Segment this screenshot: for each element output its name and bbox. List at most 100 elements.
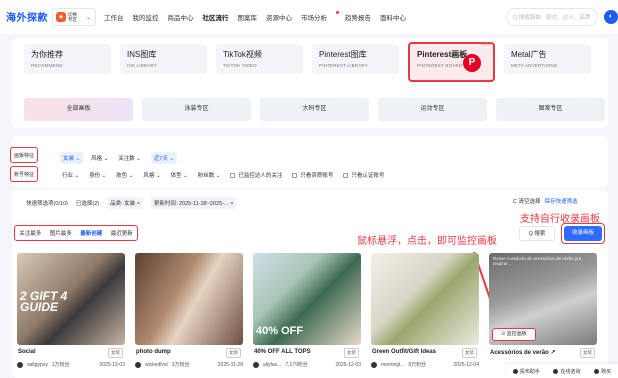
menu-pattern-library[interactable]: 图案库 <box>238 12 258 22</box>
category-meta[interactable]: Metal广告 META ADVERTISING <box>504 44 591 74</box>
filter-skin[interactable]: 肤色 ⌄ <box>116 171 133 179</box>
purchase-button[interactable]: 购买 <box>594 368 611 375</box>
zone-pattern[interactable]: 图案专区 <box>496 98 605 121</box>
avatar <box>135 361 141 368</box>
sort-most-followed[interactable]: 关注最多 <box>19 229 41 237</box>
menu-community[interactable]: 社区流行 <box>203 12 229 22</box>
floating-help-bar: 投布助手 在线咨询 购买 <box>506 364 618 378</box>
user-avatar[interactable]: ◐ <box>604 10 618 24</box>
monitor-board-button[interactable]: ⊙ 监控画板 <box>492 328 536 341</box>
board-search-button[interactable]: Q 搜索 <box>519 226 555 241</box>
board-user[interactable]: morningl... <box>381 362 404 368</box>
account-feature-label: 账号特征 <box>10 166 38 182</box>
filter-followers[interactable]: 关注数 ⌄ <box>118 154 141 162</box>
board-title: 40% OFF ALL TOPS <box>254 349 311 355</box>
board-cover: 2 GIFT 4 GUIDE <box>17 253 125 345</box>
online-consult-button[interactable]: 在线咨询 <box>553 368 580 375</box>
board-badge: 女装 <box>580 348 595 358</box>
category-title: TikTok视频 <box>223 50 262 59</box>
brand-logo[interactable]: 海外探款 <box>6 9 48 24</box>
category-tiktok[interactable]: TikTok视频 TIKTOK VIDEO <box>216 44 303 74</box>
cover-text: Rosse curadoria de acessórios de verão p… <box>493 256 582 266</box>
category-pinterest-library[interactable]: Pinterest图库 PINTEREST LIBRARY <box>312 44 399 74</box>
check-verified[interactable]: 只看认证账号 <box>343 171 384 179</box>
board-user[interactable]: allyfas... <box>263 362 281 368</box>
board-title: photo dump <box>136 349 171 355</box>
filter-fans[interactable]: 粉丝数 ⌄ <box>198 171 221 179</box>
board-badge: 女装 <box>226 348 241 358</box>
board-cover <box>135 253 243 345</box>
filter-identity[interactable]: 身份 ⌄ <box>89 171 106 179</box>
category-title: Metal广告 <box>511 50 547 59</box>
zone-icon: ◆ <box>56 12 66 22</box>
board-fans: 1万粉丝 <box>51 362 70 368</box>
tag-category[interactable]: 品类: 女装 × <box>107 197 143 209</box>
sort-newest[interactable]: 最新创建 <box>80 229 102 237</box>
global-search-input[interactable]: Q 搜索服装、款式、达人、品牌 <box>506 8 598 26</box>
filter-style2[interactable]: 风格 ⌄ <box>143 171 160 179</box>
zone-all-boards[interactable]: 全部画板 <box>24 98 133 121</box>
board-user[interactable]: saltgypsy <box>27 362 48 368</box>
menu-fabric-center[interactable]: 面料中心 <box>380 12 406 22</box>
menu-market-analysis-label: 市场分析 <box>301 15 327 22</box>
assistant-button[interactable]: 投布助手 <box>512 368 540 375</box>
zone-swimwear[interactable]: 泳装专区 <box>142 98 251 121</box>
filter-industry[interactable]: 行业 ⌄ <box>62 171 79 179</box>
save-quick-filter-button[interactable]: 保存快速筛选 <box>545 197 578 205</box>
zone-switch[interactable]: ◆ 切换 专区 ⌄ <box>52 8 96 26</box>
menu-trend-report[interactable]: 趋势报告 <box>345 12 371 22</box>
board-feature-label: 画板特征 <box>10 147 38 163</box>
quick-filter-line: 快速筛选项(0/10) 已选择(2) 品类: 女装 × 更新时间: 2025-1… <box>26 197 237 209</box>
quick-filter-label[interactable]: 快速筛选项(0/10) <box>26 199 68 207</box>
tag-update-time[interactable]: 更新时间: 2025-11-28~2025-... × <box>150 197 237 209</box>
category-ins[interactable]: INS图库 INS LIBRARY <box>120 44 207 74</box>
board-date: 2025-12-03 <box>99 361 125 368</box>
sort-most-images[interactable]: 图片最多 <box>50 229 72 237</box>
checkbox-icon <box>230 173 236 179</box>
purchase-label: 购买 <box>601 368 612 375</box>
category-pinterest-board[interactable]: new Pinterest画板 PINTEREST BOARD P <box>408 41 495 82</box>
board-card[interactable]: Rosse curadoria de acessórios de verão p… <box>489 253 597 373</box>
board-badge: 女装 <box>108 348 123 358</box>
cover-text: 40% OFF <box>256 325 304 337</box>
board-card[interactable]: 2 GIFT 4 GUIDE Social 女装 saltgypsy 1万粉丝 20… <box>17 253 125 373</box>
board-card[interactable]: Green Outfit/Gift Ideas 女装 morningl... 8万… <box>371 253 479 373</box>
cart-icon <box>594 368 600 374</box>
board-title: Acessórios de verão ↗ <box>490 350 556 356</box>
filter-body[interactable]: 体型 ⌄ <box>171 171 188 179</box>
menu-product-center[interactable]: 商品中心 <box>168 12 194 22</box>
category-sub: RECOMMEND <box>31 63 63 68</box>
board-card[interactable]: 40% OFF 40% OFF ALL TOPS 女装 allyfas... 7,… <box>253 253 361 373</box>
checkbox-icon <box>292 173 298 179</box>
board-cover <box>371 253 479 345</box>
clear-selection-button[interactable]: C 清空选择 <box>513 197 541 205</box>
pinterest-icon: P <box>463 54 481 72</box>
filter-7days[interactable]: 近7天 ⌄ <box>150 152 178 164</box>
zone-sport[interactable]: 运动专区 <box>378 98 487 121</box>
board-user[interactable]: wickedlvst <box>145 362 168 368</box>
collect-board-button[interactable]: 收录画板 <box>564 226 602 241</box>
board-date: 2025-12-03 <box>335 361 361 368</box>
filter-style[interactable]: 风格 ⌄ <box>91 154 108 162</box>
chevron-down-icon: ⌄ <box>85 14 91 21</box>
board-badge: 女装 <box>344 348 359 358</box>
menu-resource-center[interactable]: 资源中心 <box>266 12 292 22</box>
board-cover: 40% OFF <box>253 253 361 345</box>
assistant-label: 投布助手 <box>519 368 540 375</box>
zone-plus-size[interactable]: 大码专区 <box>260 98 369 121</box>
menu-workbench[interactable]: 工作台 <box>104 12 124 22</box>
filter-women[interactable]: 女装 ⌄ <box>60 152 84 164</box>
avatar <box>253 361 259 368</box>
category-recommend[interactable]: 为你推荐 RECOMMEND <box>24 44 111 74</box>
menu-my-monitor[interactable]: 我的监控 <box>133 12 159 22</box>
sort-tabs: 关注最多 图片最多 最新创建 最近更新 <box>14 225 138 241</box>
board-card[interactable]: photo dump 女装 wickedlvst 3万粉丝 2025-11-28 <box>135 253 243 373</box>
sort-recent-update[interactable]: 最近更新 <box>111 229 133 237</box>
board-date: 2025-12-04 <box>453 361 479 368</box>
zone-switch-line2: 专区 <box>68 17 77 22</box>
check-monitored[interactable]: 已监控达人的关注 <box>230 171 282 179</box>
board-title: Social <box>18 349 36 355</box>
category-sub: META ADVERTISING <box>511 63 558 68</box>
menu-market-analysis[interactable]: 市场分析 <box>301 11 339 22</box>
check-qualified[interactable]: 只看资质账号 <box>292 171 333 179</box>
